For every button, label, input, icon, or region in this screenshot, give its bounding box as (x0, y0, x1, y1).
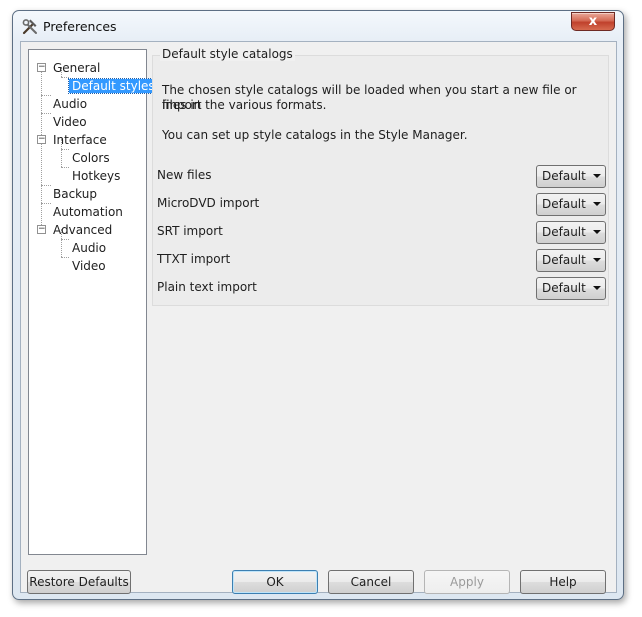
combo-value: Default (542, 197, 586, 211)
ttxt-import-catalog-select[interactable]: Default (536, 249, 606, 272)
title-bar[interactable]: Preferences x (13, 11, 623, 41)
preferences-tree[interactable]: − − − General Default styles Audio Video… (28, 49, 159, 555)
tree-item-label: Advanced (53, 223, 113, 237)
tree-item-colors[interactable]: Colors (72, 149, 110, 167)
tree-item-label: Default styles (68, 78, 159, 94)
minus-icon[interactable]: − (37, 63, 46, 72)
ttxt-import-label: TTXT import (157, 252, 231, 266)
tree-item-label: Hotkeys (72, 169, 121, 183)
combo-value: Default (542, 225, 586, 239)
group-description: You can set up style catalogs in the Sty… (162, 128, 468, 142)
dropdown-arrow-icon (593, 258, 601, 262)
tree-item-hotkeys[interactable]: Hotkeys (72, 167, 120, 185)
dropdown-arrow-icon (593, 230, 601, 234)
plain-text-import-label: Plain text import (157, 280, 257, 294)
tree-line (41, 185, 51, 186)
tree-line (61, 77, 69, 78)
help-button[interactable]: Help (520, 570, 606, 594)
tree-item-advanced[interactable]: Advanced (53, 221, 112, 239)
tree-item-label: Backup (53, 187, 97, 201)
close-button[interactable]: x (571, 12, 615, 31)
tree-line (61, 239, 69, 240)
tree-line (61, 167, 69, 168)
tree-item-backup[interactable]: Backup (53, 185, 97, 203)
tree-item-video[interactable]: Video (53, 113, 87, 131)
tree-item-label: Video (53, 115, 87, 129)
minus-icon[interactable]: − (37, 225, 46, 234)
srt-import-catalog-select[interactable]: Default (536, 221, 606, 244)
combo-value: Default (542, 253, 586, 267)
tree-item-label: Video (72, 259, 106, 273)
group-description: files in the various formats. (162, 98, 327, 112)
tree-line (41, 63, 42, 225)
plain-text-import-catalog-select[interactable]: Default (536, 277, 606, 300)
dropdown-arrow-icon (593, 202, 601, 206)
tree-item-label: General (53, 61, 101, 75)
tree-item-label: Audio (72, 241, 107, 255)
new-files-label: New files (157, 168, 212, 182)
tree-item-label: Audio (53, 97, 88, 111)
tree-item-label: Automation (53, 205, 123, 219)
window-title: Preferences (43, 19, 117, 34)
microdvd-import-label: MicroDVD import (157, 196, 260, 210)
tree-item-automation[interactable]: Automation (53, 203, 123, 221)
tree-item-interface[interactable]: Interface (53, 131, 107, 149)
hammer-wrench-icon (22, 19, 37, 35)
minus-icon[interactable]: − (37, 135, 46, 144)
group-title: Default style catalogs (160, 47, 295, 61)
dialog-client-area: − − − General Default styles Audio Video… (20, 41, 617, 594)
tree-line (41, 113, 51, 114)
tree-line (41, 203, 51, 204)
tree-line (41, 95, 51, 96)
tree-item-label: Colors (72, 151, 110, 165)
restore-defaults-button[interactable]: Restore Defaults (27, 570, 131, 594)
tree-item-advanced-video[interactable]: Video (72, 257, 106, 275)
combo-value: Default (542, 281, 586, 295)
tree-line (61, 149, 69, 150)
dropdown-arrow-icon (593, 286, 601, 290)
dropdown-arrow-icon (593, 174, 601, 178)
microdvd-import-catalog-select[interactable]: Default (536, 193, 606, 216)
srt-import-label: SRT import (157, 224, 223, 238)
tree-item-advanced-audio[interactable]: Audio (72, 239, 106, 257)
tree-line (61, 257, 69, 258)
apply-button[interactable]: Apply (424, 570, 510, 594)
tree-item-default-styles[interactable]: Default styles (68, 77, 159, 95)
ok-button[interactable]: OK (232, 570, 318, 594)
cancel-button[interactable]: Cancel (328, 570, 414, 594)
new-files-catalog-select[interactable]: Default (536, 165, 606, 188)
tree-item-audio[interactable]: Audio (53, 95, 87, 113)
combo-value: Default (542, 169, 586, 183)
preferences-window: Preferences x − − − General Default styl… (12, 10, 624, 600)
tree-item-general[interactable]: General (53, 59, 100, 77)
tree-item-label: Interface (53, 133, 107, 147)
